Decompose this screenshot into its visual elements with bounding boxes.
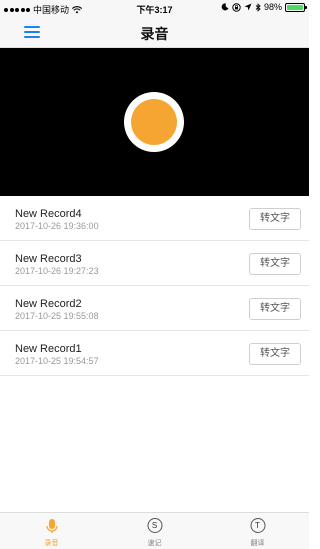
recording-item[interactable]: New Record1 2017-10-25 19:54:57 转文字 <box>0 331 309 376</box>
tab-label: 翻译 <box>250 540 265 547</box>
convert-to-text-button[interactable]: 转文字 <box>249 253 301 275</box>
record-dot-icon <box>131 99 177 145</box>
tab-bar: 录音 S 速记 T 翻译 <box>0 512 309 549</box>
recording-name: New Record3 <box>15 253 82 265</box>
lock-rotation-icon <box>232 2 241 12</box>
recording-name: New Record4 <box>15 208 82 220</box>
status-right: 98% <box>221 2 307 12</box>
battery-percent: 98% <box>263 2 282 12</box>
recording-item[interactable]: New Record2 2017-10-25 19:55:08 转文字 <box>0 286 309 331</box>
moon-icon <box>221 3 229 11</box>
location-arrow-icon <box>244 3 252 11</box>
convert-to-text-button[interactable]: 转文字 <box>249 208 301 230</box>
tab-label: 录音 <box>44 540 59 547</box>
recording-panel <box>0 48 309 196</box>
tab-label: 速记 <box>147 540 162 547</box>
status-bar: 中国移动 下午3:17 98% <box>0 0 309 16</box>
bluetooth-icon <box>255 2 261 12</box>
recording-date: 2017-10-26 19:27:23 <box>15 266 99 276</box>
page-title: 录音 <box>140 26 169 42</box>
recording-name: New Record1 <box>15 343 82 355</box>
recording-name: New Record2 <box>15 298 82 310</box>
convert-to-text-button[interactable]: 转文字 <box>249 298 301 320</box>
tab-record[interactable]: 录音 <box>0 513 103 549</box>
battery-icon <box>285 2 307 12</box>
convert-to-text-button[interactable]: 转文字 <box>249 343 301 365</box>
record-button[interactable] <box>124 92 184 152</box>
tab-shorthand[interactable]: S 速记 <box>103 513 206 549</box>
navigation-bar: 录音 <box>0 16 309 48</box>
microphone-icon <box>45 519 58 533</box>
recording-item[interactable]: New Record4 2017-10-26 19:36:00 转文字 <box>0 196 309 241</box>
recording-list: New Record4 2017-10-26 19:36:00 转文字 New … <box>0 196 309 376</box>
shorthand-s-icon: S <box>147 518 162 533</box>
recording-item[interactable]: New Record3 2017-10-26 19:27:23 转文字 <box>0 241 309 286</box>
recording-date: 2017-10-26 19:36:00 <box>15 221 99 231</box>
tab-translate[interactable]: T 翻译 <box>206 513 309 549</box>
recording-date: 2017-10-25 19:55:08 <box>15 311 99 321</box>
recording-date: 2017-10-25 19:54:57 <box>15 356 99 366</box>
translate-t-icon: T <box>250 518 265 533</box>
